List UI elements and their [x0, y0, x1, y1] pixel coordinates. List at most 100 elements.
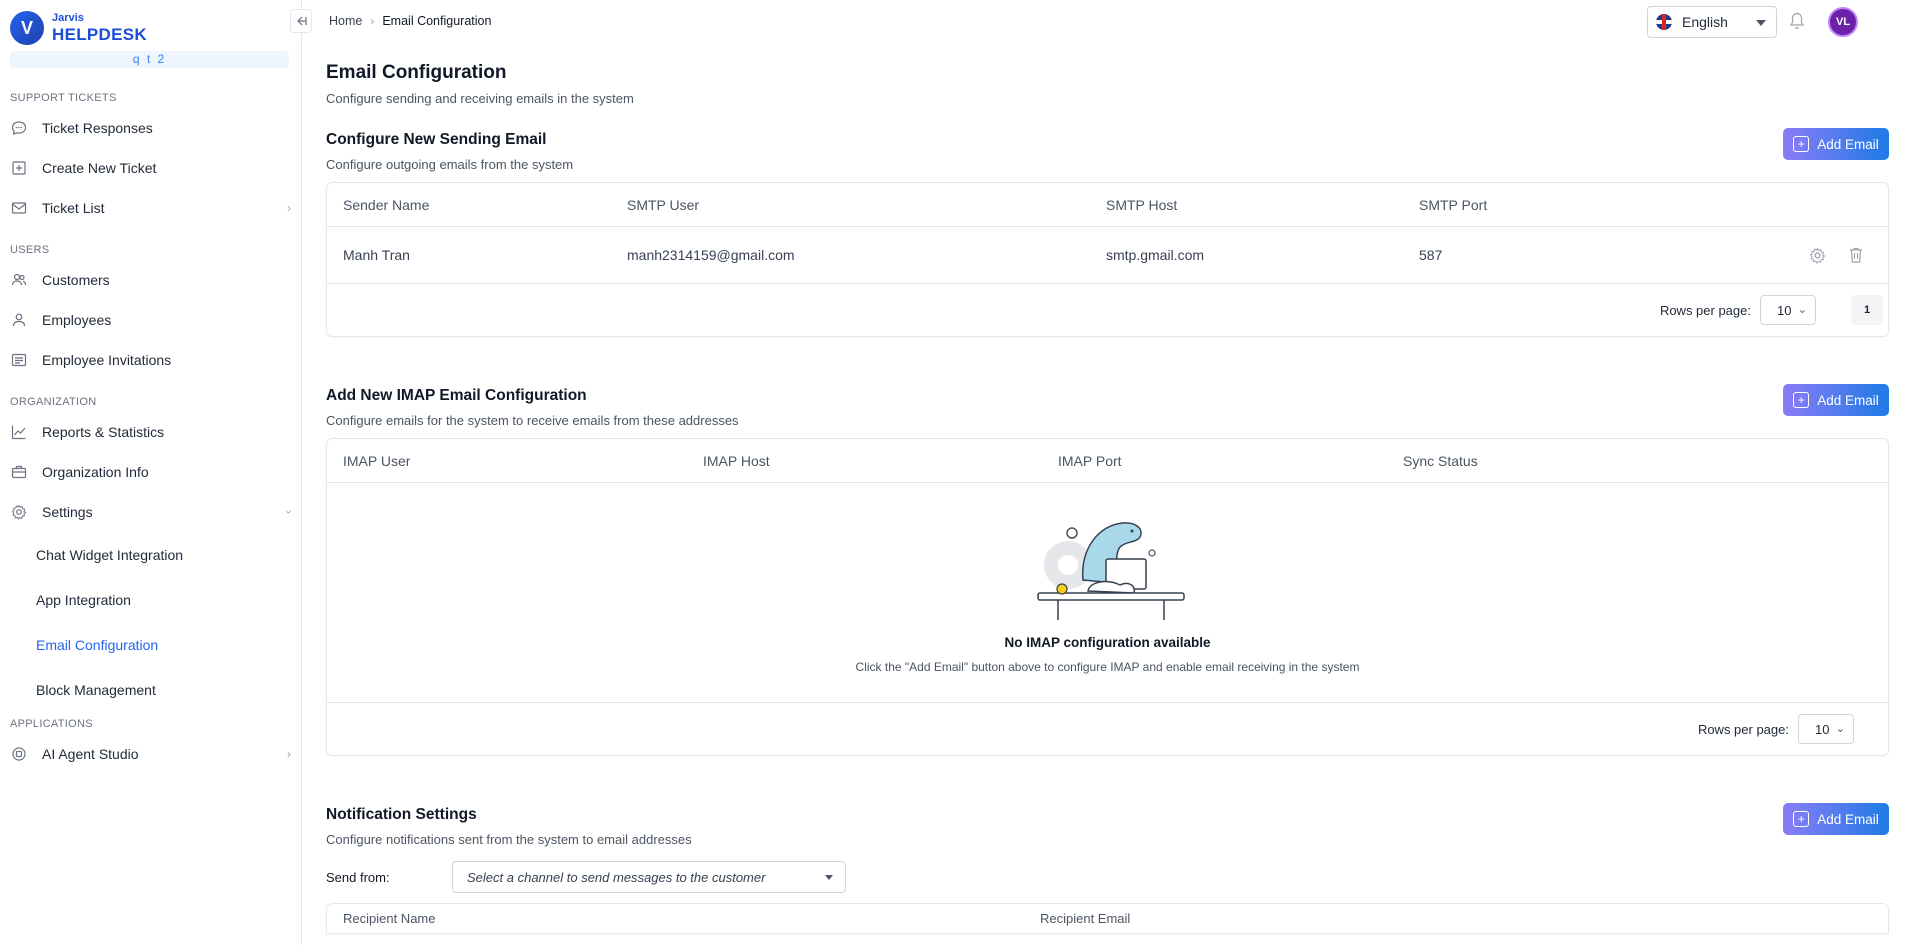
smtp-port-cell: 587	[1419, 247, 1443, 263]
empty-state-title: No IMAP configuration available	[1004, 635, 1211, 650]
chevron-down-icon: ⌄	[1797, 304, 1807, 316]
button-label: Add Email	[1817, 136, 1879, 152]
caret-down-icon	[825, 875, 833, 880]
language-select[interactable]: English	[1647, 6, 1777, 38]
page-title: Email Configuration	[326, 62, 507, 83]
sidebar-item-block-management[interactable]: Block Management	[0, 667, 301, 712]
sidebar-item-email-config[interactable]: Email Configuration	[0, 622, 301, 667]
brand-name-small: Jarvis	[52, 12, 84, 24]
section-title: Notification Settings	[326, 806, 477, 823]
nav-section-support: SUPPORT TICKETS	[10, 92, 117, 104]
sidebar-item-chat-widget[interactable]: Chat Widget Integration	[0, 532, 301, 577]
uk-flag-icon	[1656, 14, 1672, 30]
page-subtitle: Configure sending and receiving emails i…	[326, 91, 634, 106]
section-subtitle: Configure notifications sent from the sy…	[326, 832, 692, 847]
add-notification-email-button[interactable]: + Add Email	[1783, 803, 1889, 835]
sidebar-item-label: Ticket Responses	[42, 120, 153, 136]
gear-icon	[10, 503, 28, 521]
plus-icon: +	[1793, 136, 1810, 152]
nav-section-users: USERS	[10, 244, 50, 256]
brand-logo: V	[10, 11, 44, 45]
section-subtitle: Configure outgoing emails from the syste…	[326, 157, 574, 172]
send-from-label: Send from:	[326, 869, 390, 885]
chart-line-icon	[10, 423, 28, 441]
sidebar-item-label: Create New Ticket	[42, 160, 157, 176]
send-from-row: Send from: Select a channel to send mess…	[326, 861, 1889, 893]
sidebar-item-create-ticket[interactable]: Create New Ticket	[0, 148, 301, 188]
notification-section: Notification Settings Configure notifica…	[326, 803, 1889, 934]
sender-name-cell: Manh Tran	[343, 247, 410, 263]
section-subtitle: Configure emails for the system to recei…	[326, 413, 739, 428]
bell-icon[interactable]	[1789, 12, 1805, 33]
content-area: Email Configuration Configure sending an…	[302, 62, 1913, 934]
button-label: Add Email	[1817, 811, 1879, 827]
sidebar-item-label: Customers	[42, 272, 110, 288]
brand[interactable]: V Jarvis HELPDESK	[0, 0, 301, 48]
sidebar: V Jarvis HELPDESK q t 2 SUPPORT TICKETS …	[0, 0, 312, 945]
add-sending-email-button[interactable]: + Add Email	[1783, 128, 1889, 160]
sidebar-item-reports[interactable]: Reports & Statistics	[0, 412, 301, 452]
sidebar-item-customers[interactable]: Customers	[0, 260, 301, 300]
rows-per-page-label: Rows per page:	[1697, 721, 1789, 737]
column-header: Recipient Name	[343, 911, 436, 926]
avatar[interactable]: VL	[1828, 7, 1858, 37]
breadcrumb-current: Email Configuration	[382, 14, 492, 28]
sidebar-item-employees[interactable]: Employees	[0, 300, 301, 340]
sidebar-item-app-integration[interactable]: App Integration	[0, 577, 301, 622]
chevron-down-icon: ⌄	[1835, 723, 1845, 735]
sidebar-item-ticket-list[interactable]: Ticket List ›	[0, 188, 301, 228]
sidebar-item-ticket-responses[interactable]: Ticket Responses	[0, 108, 301, 148]
chevron-right-icon: ›	[287, 201, 291, 215]
column-header: Sender Name	[343, 196, 430, 213]
sending-email-table: Sender Name SMTP User SMTP Host SMTP Por…	[326, 182, 1889, 337]
table-footer: Rows per page: 10 ⌄ 1	[327, 284, 1888, 336]
section-title: Configure New Sending Email	[326, 131, 547, 148]
sending-email-section: Configure New Sending Email Configure ou…	[326, 128, 1889, 337]
settings-gear-icon[interactable]	[1809, 247, 1826, 267]
sidebar-item-employee-invitations[interactable]: Employee Invitations	[0, 340, 301, 380]
chat-bubble-icon	[10, 119, 28, 137]
pagination-page[interactable]: 1	[1851, 295, 1883, 325]
add-imap-email-button[interactable]: + Add Email	[1783, 384, 1889, 416]
smtp-user-cell: manh2314159@gmail.com	[627, 247, 795, 263]
table-row[interactable]: Manh Tran manh2314159@gmail.com smtp.gma…	[327, 227, 1888, 284]
nav-section-applications: APPLICATIONS	[10, 718, 93, 730]
column-header: Sync Status	[1403, 452, 1478, 469]
sidebar-item-ai-agent[interactable]: AI Agent Studio ›	[0, 734, 301, 774]
sidebar-item-label: Employee Invitations	[42, 352, 172, 368]
imap-email-section: Add New IMAP Email Configuration Configu…	[326, 384, 1889, 756]
sidebar-item-label: Organization Info	[42, 464, 149, 480]
send-from-select[interactable]: Select a channel to send messages to the…	[452, 861, 846, 893]
smtp-host-cell: smtp.gmail.com	[1106, 247, 1205, 263]
table-header: IMAP User IMAP Host IMAP Port Sync Statu…	[327, 439, 1888, 483]
user-icon	[10, 311, 28, 329]
sidebar-item-settings[interactable]: Settings ›	[0, 492, 301, 532]
org-selector[interactable]: q t 2	[10, 51, 289, 68]
breadcrumb-separator: ›	[370, 14, 375, 28]
empty-state-subtitle: Click the "Add Email" button above to co…	[855, 660, 1360, 674]
table-footer: Rows per page: 10 ⌄	[327, 703, 1888, 755]
cpu-icon	[10, 745, 28, 763]
table-header: Recipient Name Recipient Email	[327, 904, 1888, 934]
column-header: SMTP Host	[1106, 196, 1178, 213]
table-header: Sender Name SMTP User SMTP Host SMTP Por…	[327, 183, 1888, 227]
brand-name: HELPDESK	[52, 25, 147, 44]
sidebar-item-label: Reports & Statistics	[42, 424, 165, 440]
main-content: Home › Email Configuration English VL Em…	[302, 0, 1913, 945]
button-label: Add Email	[1817, 392, 1879, 408]
column-header: Recipient Email	[1040, 911, 1131, 926]
users-icon	[10, 271, 28, 289]
sidebar-item-label: Settings	[42, 504, 93, 520]
rows-per-page-select[interactable]: 10 ⌄	[1798, 714, 1854, 744]
rows-per-page-select[interactable]: 10 ⌄	[1760, 295, 1816, 325]
column-header: SMTP Port	[1419, 196, 1488, 213]
send-from-placeholder: Select a channel to send messages to the…	[467, 869, 766, 885]
rows-per-page-value: 10	[1815, 721, 1830, 737]
sidebar-item-org-info[interactable]: Organization Info	[0, 452, 301, 492]
empty-illustration-icon	[1036, 522, 1185, 620]
plus-icon: +	[1793, 811, 1810, 827]
breadcrumb-home[interactable]: Home	[329, 14, 362, 28]
trash-icon[interactable]	[1848, 246, 1864, 267]
rows-per-page-value: 10	[1777, 302, 1792, 318]
sidebar-item-label: Employees	[42, 312, 112, 328]
